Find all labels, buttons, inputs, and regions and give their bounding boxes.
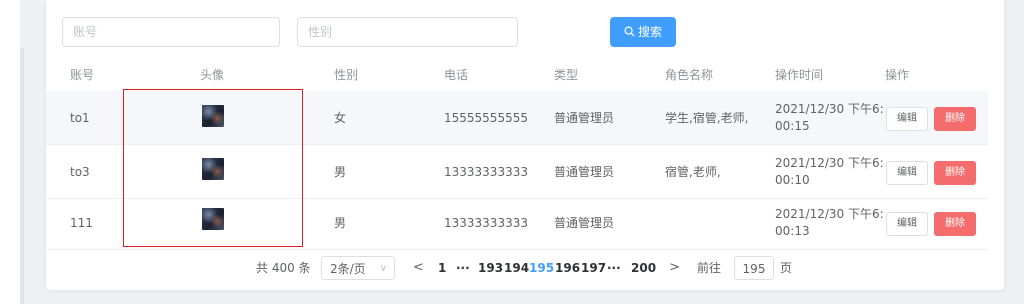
page-ellipsis-right[interactable]: ··· <box>607 256 621 280</box>
col-account: 账号 <box>70 68 95 82</box>
delete-button[interactable]: 删除 <box>934 107 976 131</box>
content-panel: 账号 性别 搜索 账号 头像 性别 电话 类型 角色名称 操作时间 操作 to1… <box>46 0 1004 290</box>
pagination: 共 400 条 2条/页 ∨ < 1 ··· 193 194 195 196 1… <box>46 256 1004 280</box>
chevron-down-icon: ∨ <box>379 263 387 274</box>
goto-page-input[interactable]: 195 <box>734 256 774 280</box>
search-button-label: 搜索 <box>637 25 662 39</box>
page-200[interactable]: 200 <box>631 256 656 280</box>
col-phone: 电话 <box>444 68 469 82</box>
cell-gender: 女 <box>334 111 347 125</box>
page-193[interactable]: 193 <box>478 256 503 280</box>
cell-role: 宿管,老师, <box>665 165 721 179</box>
pagination-total: 共 400 条 <box>256 261 311 275</box>
cell-time: 2021/12/30 下午6: 00:13 <box>775 206 884 238</box>
gender-search-input[interactable]: 性别 <box>297 17 518 47</box>
edit-button[interactable]: 编辑 <box>886 161 928 185</box>
col-role: 角色名称 <box>665 68 714 82</box>
avatar-highlight-box <box>123 89 303 247</box>
goto-suffix: 页 <box>780 261 793 275</box>
cell-time: 2021/12/30 下午6: 00:15 <box>775 101 884 133</box>
page-195-current[interactable]: 195 <box>529 256 554 280</box>
account-search-input[interactable]: 账号 <box>62 17 280 47</box>
page-196[interactable]: 196 <box>555 256 580 280</box>
delete-button[interactable]: 删除 <box>934 212 976 236</box>
cell-type: 普通管理员 <box>554 216 615 230</box>
goto-prefix: 前往 <box>697 261 722 275</box>
page-size-value: 2条/页 <box>330 262 366 276</box>
col-actions: 操作 <box>885 68 910 82</box>
cell-gender: 男 <box>334 216 347 230</box>
page-194[interactable]: 194 <box>504 256 529 280</box>
next-page-button[interactable]: > <box>669 256 680 280</box>
cell-account: to3 <box>70 164 90 179</box>
col-type: 类型 <box>554 68 579 82</box>
table-header: 账号 头像 性别 电话 类型 角色名称 操作时间 操作 <box>46 60 1004 90</box>
col-time: 操作时间 <box>775 68 824 82</box>
page-ellipsis-left[interactable]: ··· <box>456 256 470 280</box>
cell-phone: 15555555555 <box>444 110 528 125</box>
edit-button[interactable]: 编辑 <box>886 212 928 236</box>
search-icon <box>624 26 635 37</box>
cell-account: 111 <box>70 215 93 230</box>
side-edge <box>0 0 24 304</box>
prev-page-button[interactable]: < <box>413 256 424 280</box>
side-edge-bar <box>20 48 24 304</box>
page-size-select[interactable]: 2条/页 ∨ <box>321 256 395 280</box>
search-button[interactable]: 搜索 <box>610 17 676 47</box>
col-avatar: 头像 <box>200 68 225 82</box>
cell-gender: 男 <box>334 165 347 179</box>
cell-role: 学生,宿管,老师, <box>665 111 749 125</box>
page-197[interactable]: 197 <box>581 256 606 280</box>
delete-button[interactable]: 删除 <box>934 161 976 185</box>
cell-type: 普通管理员 <box>554 111 615 125</box>
page-1[interactable]: 1 <box>438 256 446 280</box>
cell-phone: 13333333333 <box>444 164 528 179</box>
cell-type: 普通管理员 <box>554 165 615 179</box>
col-gender: 性别 <box>334 68 359 82</box>
cell-phone: 13333333333 <box>444 215 528 230</box>
edit-button[interactable]: 编辑 <box>886 107 928 131</box>
cell-account: to1 <box>70 110 90 125</box>
cell-time: 2021/12/30 下午6: 00:10 <box>775 155 884 187</box>
